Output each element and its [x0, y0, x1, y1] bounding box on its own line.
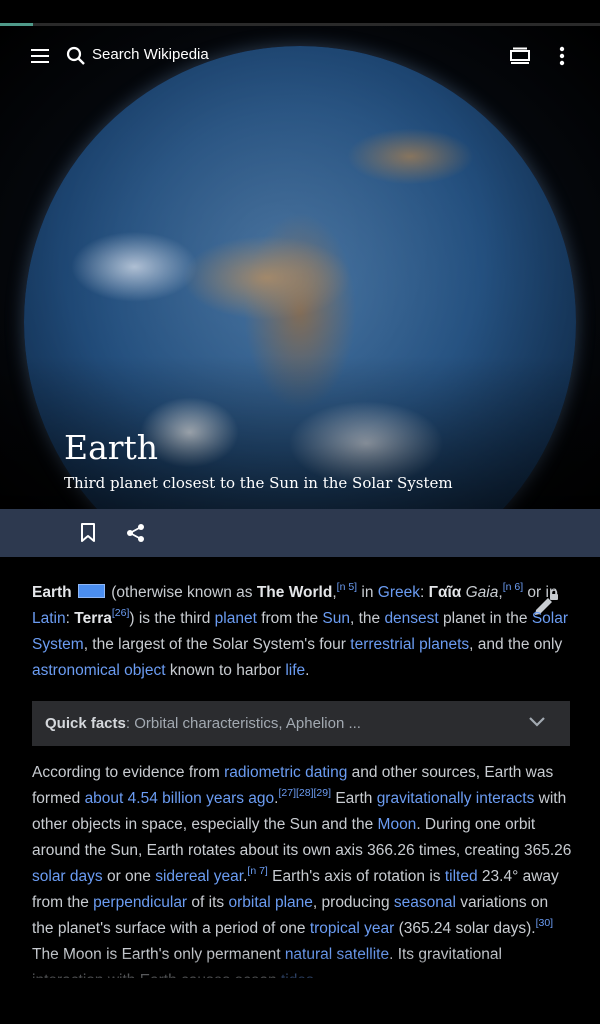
link-perpendicular[interactable]: perpendicular	[93, 894, 187, 911]
link-planet[interactable]: planet	[215, 610, 257, 627]
reference-link[interactable]: [n 5]	[337, 581, 357, 593]
link-seasonal[interactable]: seasonal	[394, 894, 456, 911]
link-tropical-year[interactable]: tropical year	[310, 920, 394, 937]
link-life[interactable]: life	[285, 662, 305, 679]
status-bar	[0, 0, 600, 24]
reference-link[interactable]: [27]	[278, 787, 296, 799]
bookmark-icon[interactable]	[68, 513, 108, 553]
body-paragraph: According to evidence from radiometric d…	[32, 760, 572, 978]
page-title: Earth	[64, 428, 159, 467]
search-icon[interactable]	[56, 36, 96, 76]
reference-link[interactable]: [29]	[314, 787, 332, 799]
reference-link[interactable]: [n 6]	[503, 581, 523, 593]
link-tilted[interactable]: tilted	[445, 868, 478, 885]
reference-link[interactable]: [26]	[112, 607, 130, 619]
reference-link[interactable]: [n 7]	[247, 865, 267, 877]
link-gravitationally-interacts[interactable]: gravitationally interacts	[377, 790, 535, 807]
link-moon[interactable]: Moon	[378, 816, 417, 833]
link-sun[interactable]: Sun	[322, 610, 350, 627]
reference-link[interactable]: [28]	[296, 787, 314, 799]
menu-icon[interactable]	[20, 36, 60, 76]
link-radiometric-dating[interactable]: radiometric dating	[224, 764, 347, 781]
link-solar-days[interactable]: solar days	[32, 868, 103, 885]
quick-facts-label: Quick facts	[45, 715, 126, 732]
tabs-icon[interactable]	[500, 36, 540, 76]
link-terrestrial-planets[interactable]: terrestrial planets	[350, 636, 469, 653]
share-icon[interactable]	[116, 513, 156, 553]
quick-facts-collapsed[interactable]: Quick facts: Orbital characteristics, Ap…	[32, 701, 570, 746]
search-input[interactable]: Search Wikipedia	[92, 46, 209, 63]
chevron-down-icon	[528, 715, 546, 732]
bold-term: Earth	[32, 584, 72, 601]
bottom-area	[0, 978, 600, 1024]
link-astronomical-object[interactable]: astronomical object	[32, 662, 166, 679]
top-toolbar: Search Wikipedia	[0, 26, 600, 86]
page-description: Third planet closest to the Sun in the S…	[64, 474, 453, 492]
link-sidereal-year[interactable]: sidereal year	[155, 868, 243, 885]
lead-paragraph: Earth (otherwise known as The World,[n 5…	[32, 581, 568, 679]
reference-link[interactable]: [30]	[536, 917, 554, 929]
link-greek[interactable]: Greek	[378, 584, 420, 601]
article-action-bar	[0, 509, 600, 557]
link-age-of-earth[interactable]: about 4.54 billion years ago	[85, 790, 275, 807]
link-densest[interactable]: densest	[384, 610, 438, 627]
audio-pronunciation-icon[interactable]	[77, 584, 105, 598]
link-latin[interactable]: Latin	[32, 610, 66, 627]
link-orbital-plane[interactable]: orbital plane	[228, 894, 312, 911]
more-vert-icon[interactable]	[542, 36, 582, 76]
quick-facts-summary: : Orbital characteristics, Aphelion ...	[125, 715, 361, 732]
